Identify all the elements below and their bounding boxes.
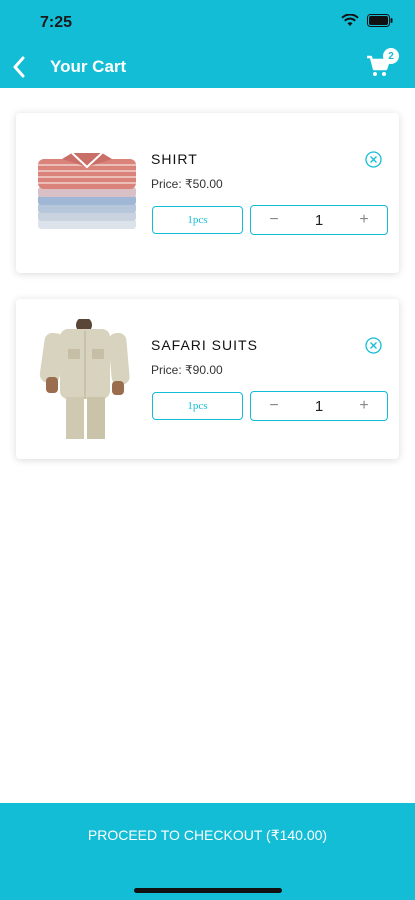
back-button[interactable] [8, 54, 30, 80]
quantity-stepper: − 1 + [250, 391, 388, 421]
quantity-value: 1 [314, 397, 324, 415]
cart-item: SAFARI SUITS Price: ₹90.00 1pcs − 1 + [16, 299, 399, 459]
decrease-button[interactable]: − [267, 397, 281, 415]
product-image-shirt [32, 133, 142, 253]
decrease-button[interactable]: − [267, 211, 281, 229]
home-indicator [134, 888, 282, 893]
unit-button[interactable]: 1pcs [152, 392, 243, 420]
remove-icon [365, 337, 382, 354]
remove-item-button[interactable] [365, 151, 382, 168]
checkout-label: PROCEED TO CHECKOUT (₹140.00) [87, 827, 328, 843]
product-price: Price: ₹90.00 [151, 363, 223, 377]
cart-item: SHIRT Price: ₹50.00 1pcs − 1 + [16, 113, 399, 273]
status-icons [341, 14, 393, 27]
quantity-stepper: − 1 + [250, 205, 388, 235]
remove-icon [365, 151, 382, 168]
quantity-value: 1 [314, 211, 324, 229]
cart-list: SHIRT Price: ₹50.00 1pcs − 1 + SAFARI SU… [16, 113, 399, 485]
product-price: Price: ₹50.00 [151, 177, 223, 191]
cart-count-badge: 2 [383, 48, 399, 64]
cart-button[interactable]: 2 [365, 48, 399, 82]
increase-button[interactable]: + [357, 397, 371, 415]
increase-button[interactable]: + [357, 211, 371, 229]
checkout-button[interactable]: PROCEED TO CHECKOUT (₹140.00) [0, 803, 415, 900]
battery-icon [367, 14, 393, 27]
product-image-safari-suit [32, 317, 142, 439]
product-name: SHIRT [151, 151, 198, 167]
unit-button[interactable]: 1pcs [152, 206, 243, 234]
back-arrow-icon [13, 56, 25, 78]
page-title: Your Cart [50, 57, 127, 76]
top-bar: 7:25 Your Cart 2 [0, 0, 415, 88]
remove-item-button[interactable] [365, 337, 382, 354]
product-name: SAFARI SUITS [151, 337, 258, 353]
status-time: 7:25 [40, 14, 73, 31]
wifi-icon [341, 14, 359, 27]
